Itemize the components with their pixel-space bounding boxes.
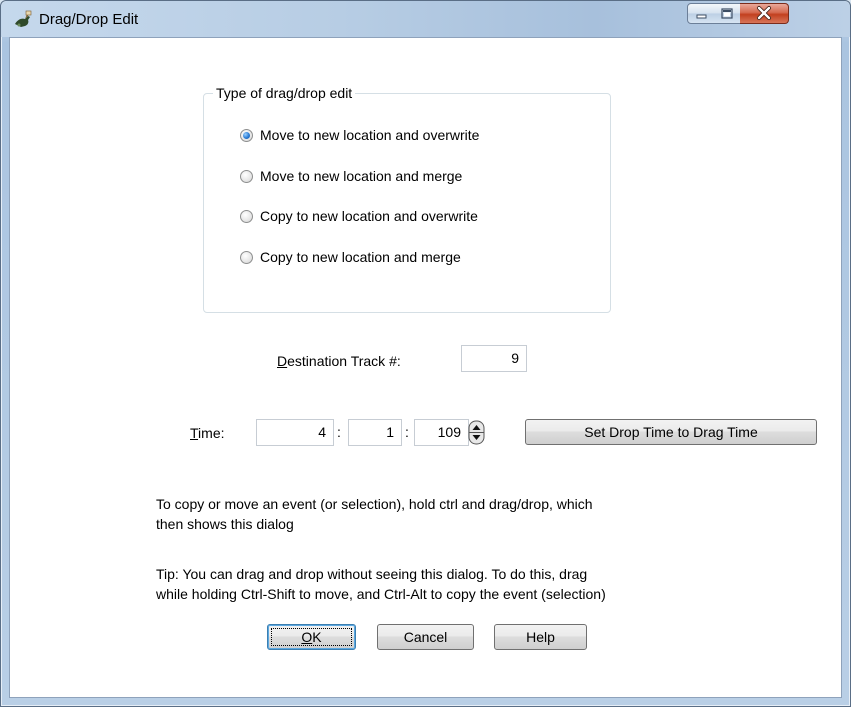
option-copy-overwrite[interactable]: Copy to new location and overwrite bbox=[240, 206, 478, 226]
radio-button[interactable] bbox=[240, 250, 253, 264]
time-separator: : bbox=[337, 424, 341, 440]
minimize-icon bbox=[696, 14, 707, 19]
tip-line: Tip: You can drag and drop without seein… bbox=[156, 566, 588, 582]
option-label: Copy to new location and overwrite bbox=[260, 208, 478, 224]
time-spinner[interactable] bbox=[468, 420, 485, 445]
window-title: Drag/Drop Edit bbox=[39, 11, 139, 28]
accelerator-key: D bbox=[277, 353, 288, 369]
instructions-line: To copy or move an event (or selection),… bbox=[156, 496, 593, 512]
groupbox-legend: Type of drag/drop edit bbox=[213, 85, 356, 101]
option-label: Move to new location and merge bbox=[260, 168, 463, 184]
ok-button[interactable]: OK bbox=[267, 624, 356, 650]
dialog-window: Drag/Drop Edit Type of drag/drop edit Mo… bbox=[0, 0, 851, 707]
radio-button[interactable] bbox=[240, 209, 253, 223]
destination-track-input[interactable]: 9 bbox=[461, 345, 527, 372]
maximize-button[interactable] bbox=[714, 3, 741, 24]
time-beat-input[interactable]: 1 bbox=[348, 419, 402, 446]
tip-line: while holding Ctrl-Shift to move, and Ct… bbox=[156, 586, 606, 602]
maximize-icon bbox=[721, 8, 733, 19]
time-measure-input[interactable]: 4 bbox=[256, 419, 334, 446]
help-button[interactable]: Help bbox=[494, 624, 587, 650]
option-label: Move to new location and overwrite bbox=[260, 127, 480, 143]
close-button[interactable] bbox=[740, 3, 789, 24]
option-move-merge[interactable]: Move to new location and merge bbox=[240, 166, 462, 186]
edit-type-groupbox: Type of drag/drop edit Move to new locat… bbox=[203, 85, 611, 313]
option-copy-merge[interactable]: Copy to new location and merge bbox=[240, 247, 461, 267]
accelerator-key: T bbox=[190, 425, 199, 441]
label-text: ime: bbox=[198, 425, 225, 441]
radio-button[interactable] bbox=[240, 128, 253, 142]
close-icon bbox=[757, 6, 771, 20]
focus-rect bbox=[271, 628, 352, 646]
time-label: Time: bbox=[190, 425, 225, 441]
dialog-client-area: Type of drag/drop edit Move to new locat… bbox=[9, 37, 842, 698]
app-icon bbox=[15, 10, 32, 27]
cancel-button[interactable]: Cancel bbox=[377, 624, 474, 650]
set-drop-time-button[interactable]: Set Drop Time to Drag Time bbox=[525, 419, 817, 445]
radio-button[interactable] bbox=[240, 169, 253, 183]
option-label: Copy to new location and merge bbox=[260, 249, 461, 265]
title-bar[interactable]: Drag/Drop Edit bbox=[1, 1, 850, 37]
destination-track-label: Destination Track #: bbox=[277, 353, 401, 369]
label-text: estination Track #: bbox=[287, 353, 401, 369]
option-move-overwrite[interactable]: Move to new location and overwrite bbox=[240, 125, 479, 145]
time-separator: : bbox=[405, 424, 409, 440]
minimize-button[interactable] bbox=[687, 3, 715, 24]
time-tick-input[interactable]: 109 bbox=[414, 419, 469, 446]
tip-text: Tip: You can drag and drop without seein… bbox=[156, 564, 716, 604]
instructions-line: then shows this dialog bbox=[156, 516, 294, 532]
instructions-text: To copy or move an event (or selection),… bbox=[156, 494, 716, 534]
